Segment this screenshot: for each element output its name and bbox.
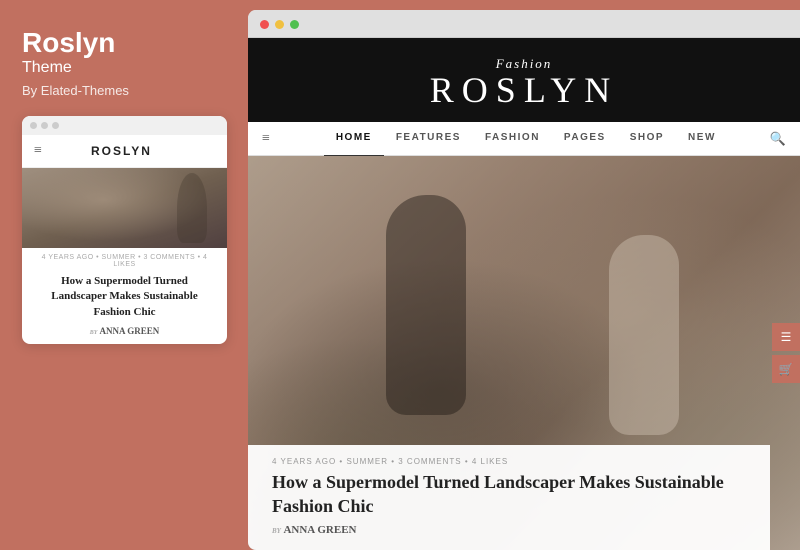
- site-content: Fashion ROSLYN ≡ HOME FEATURES FASHION P…: [248, 38, 800, 550]
- nav-items: HOME FEATURES FASHION PAGES SHOP NEW: [282, 121, 770, 157]
- nav-item-new[interactable]: NEW: [676, 121, 728, 157]
- article-author-name: ANNA GREEN: [283, 524, 356, 536]
- dot-2: [41, 122, 48, 129]
- mobile-nav: ≡ ROSLYN: [22, 135, 227, 168]
- nav-item-features[interactable]: FEATURES: [384, 121, 473, 157]
- hero-figure-right: [609, 235, 679, 435]
- mobile-preview-card: ≡ ROSLYN 4 YEARS AGO • SUMMER • 3 COMMEN…: [22, 116, 227, 344]
- nav-item-fashion[interactable]: FASHION: [473, 121, 552, 157]
- article-author-prefix: by: [272, 525, 281, 536]
- mobile-author-prefix: by: [90, 327, 98, 336]
- hero-image: 4 YEARS AGO • SUMMER • 3 COMMENTS • 4 LI…: [248, 156, 800, 550]
- mobile-hamburger-icon[interactable]: ≡: [34, 143, 42, 159]
- article-author: by ANNA GREEN: [272, 524, 746, 536]
- fab-cart-icon[interactable]: 🛒: [772, 355, 800, 383]
- dot-1: [30, 122, 37, 129]
- nav-item-pages[interactable]: PAGES: [552, 121, 618, 157]
- hero-area: 4 YEARS AGO • SUMMER • 3 COMMENTS • 4 LI…: [248, 156, 800, 550]
- mobile-card-dots: [22, 116, 227, 135]
- search-icon[interactable]: 🔍: [770, 131, 786, 147]
- hero-figure-left: [386, 195, 466, 415]
- browser-dot-red[interactable]: [260, 20, 269, 29]
- nav-hamburger-icon[interactable]: ≡: [262, 131, 270, 147]
- dot-3: [52, 122, 59, 129]
- right-panel: Fashion ROSLYN ≡ HOME FEATURES FASHION P…: [248, 10, 800, 550]
- article-overlay: 4 YEARS AGO • SUMMER • 3 COMMENTS • 4 LI…: [248, 445, 770, 550]
- mobile-post-image: [22, 168, 227, 248]
- site-nav: ≡ HOME FEATURES FASHION PAGES SHOP NEW 🔍: [248, 122, 800, 156]
- browser-chrome: [248, 10, 800, 38]
- fab-area: ☰ 🛒: [772, 323, 800, 383]
- theme-title: Roslyn: [22, 28, 226, 59]
- mobile-nav-logo: ROSLYN: [91, 144, 152, 158]
- theme-by: By Elated-Themes: [22, 83, 226, 98]
- mobile-author-name: ANNA GREEN: [99, 326, 159, 336]
- article-title[interactable]: How a Supermodel Turned Landscaper Makes…: [272, 471, 746, 518]
- browser-dot-green[interactable]: [290, 20, 299, 29]
- mobile-post-author: by ANNA GREEN: [22, 324, 227, 344]
- nav-item-shop[interactable]: SHOP: [618, 121, 676, 157]
- theme-subtitle: Theme: [22, 59, 226, 77]
- mobile-post-title: How a Supermodel Turned Landscaper Makes…: [22, 270, 227, 324]
- nav-item-home[interactable]: HOME: [324, 121, 384, 157]
- site-header: Fashion ROSLYN: [248, 38, 800, 122]
- left-panel: Roslyn Theme By Elated-Themes ≡ ROSLYN 4…: [0, 0, 248, 550]
- mobile-post-image-bg: [22, 168, 227, 248]
- fab-menu-icon[interactable]: ☰: [772, 323, 800, 351]
- browser-dot-yellow[interactable]: [275, 20, 284, 29]
- mobile-post-meta: 4 YEARS AGO • SUMMER • 3 COMMENTS • 4 LI…: [22, 248, 227, 270]
- article-meta: 4 YEARS AGO • SUMMER • 3 COMMENTS • 4 LI…: [272, 457, 746, 466]
- site-logo-main: ROSLYN: [248, 72, 800, 108]
